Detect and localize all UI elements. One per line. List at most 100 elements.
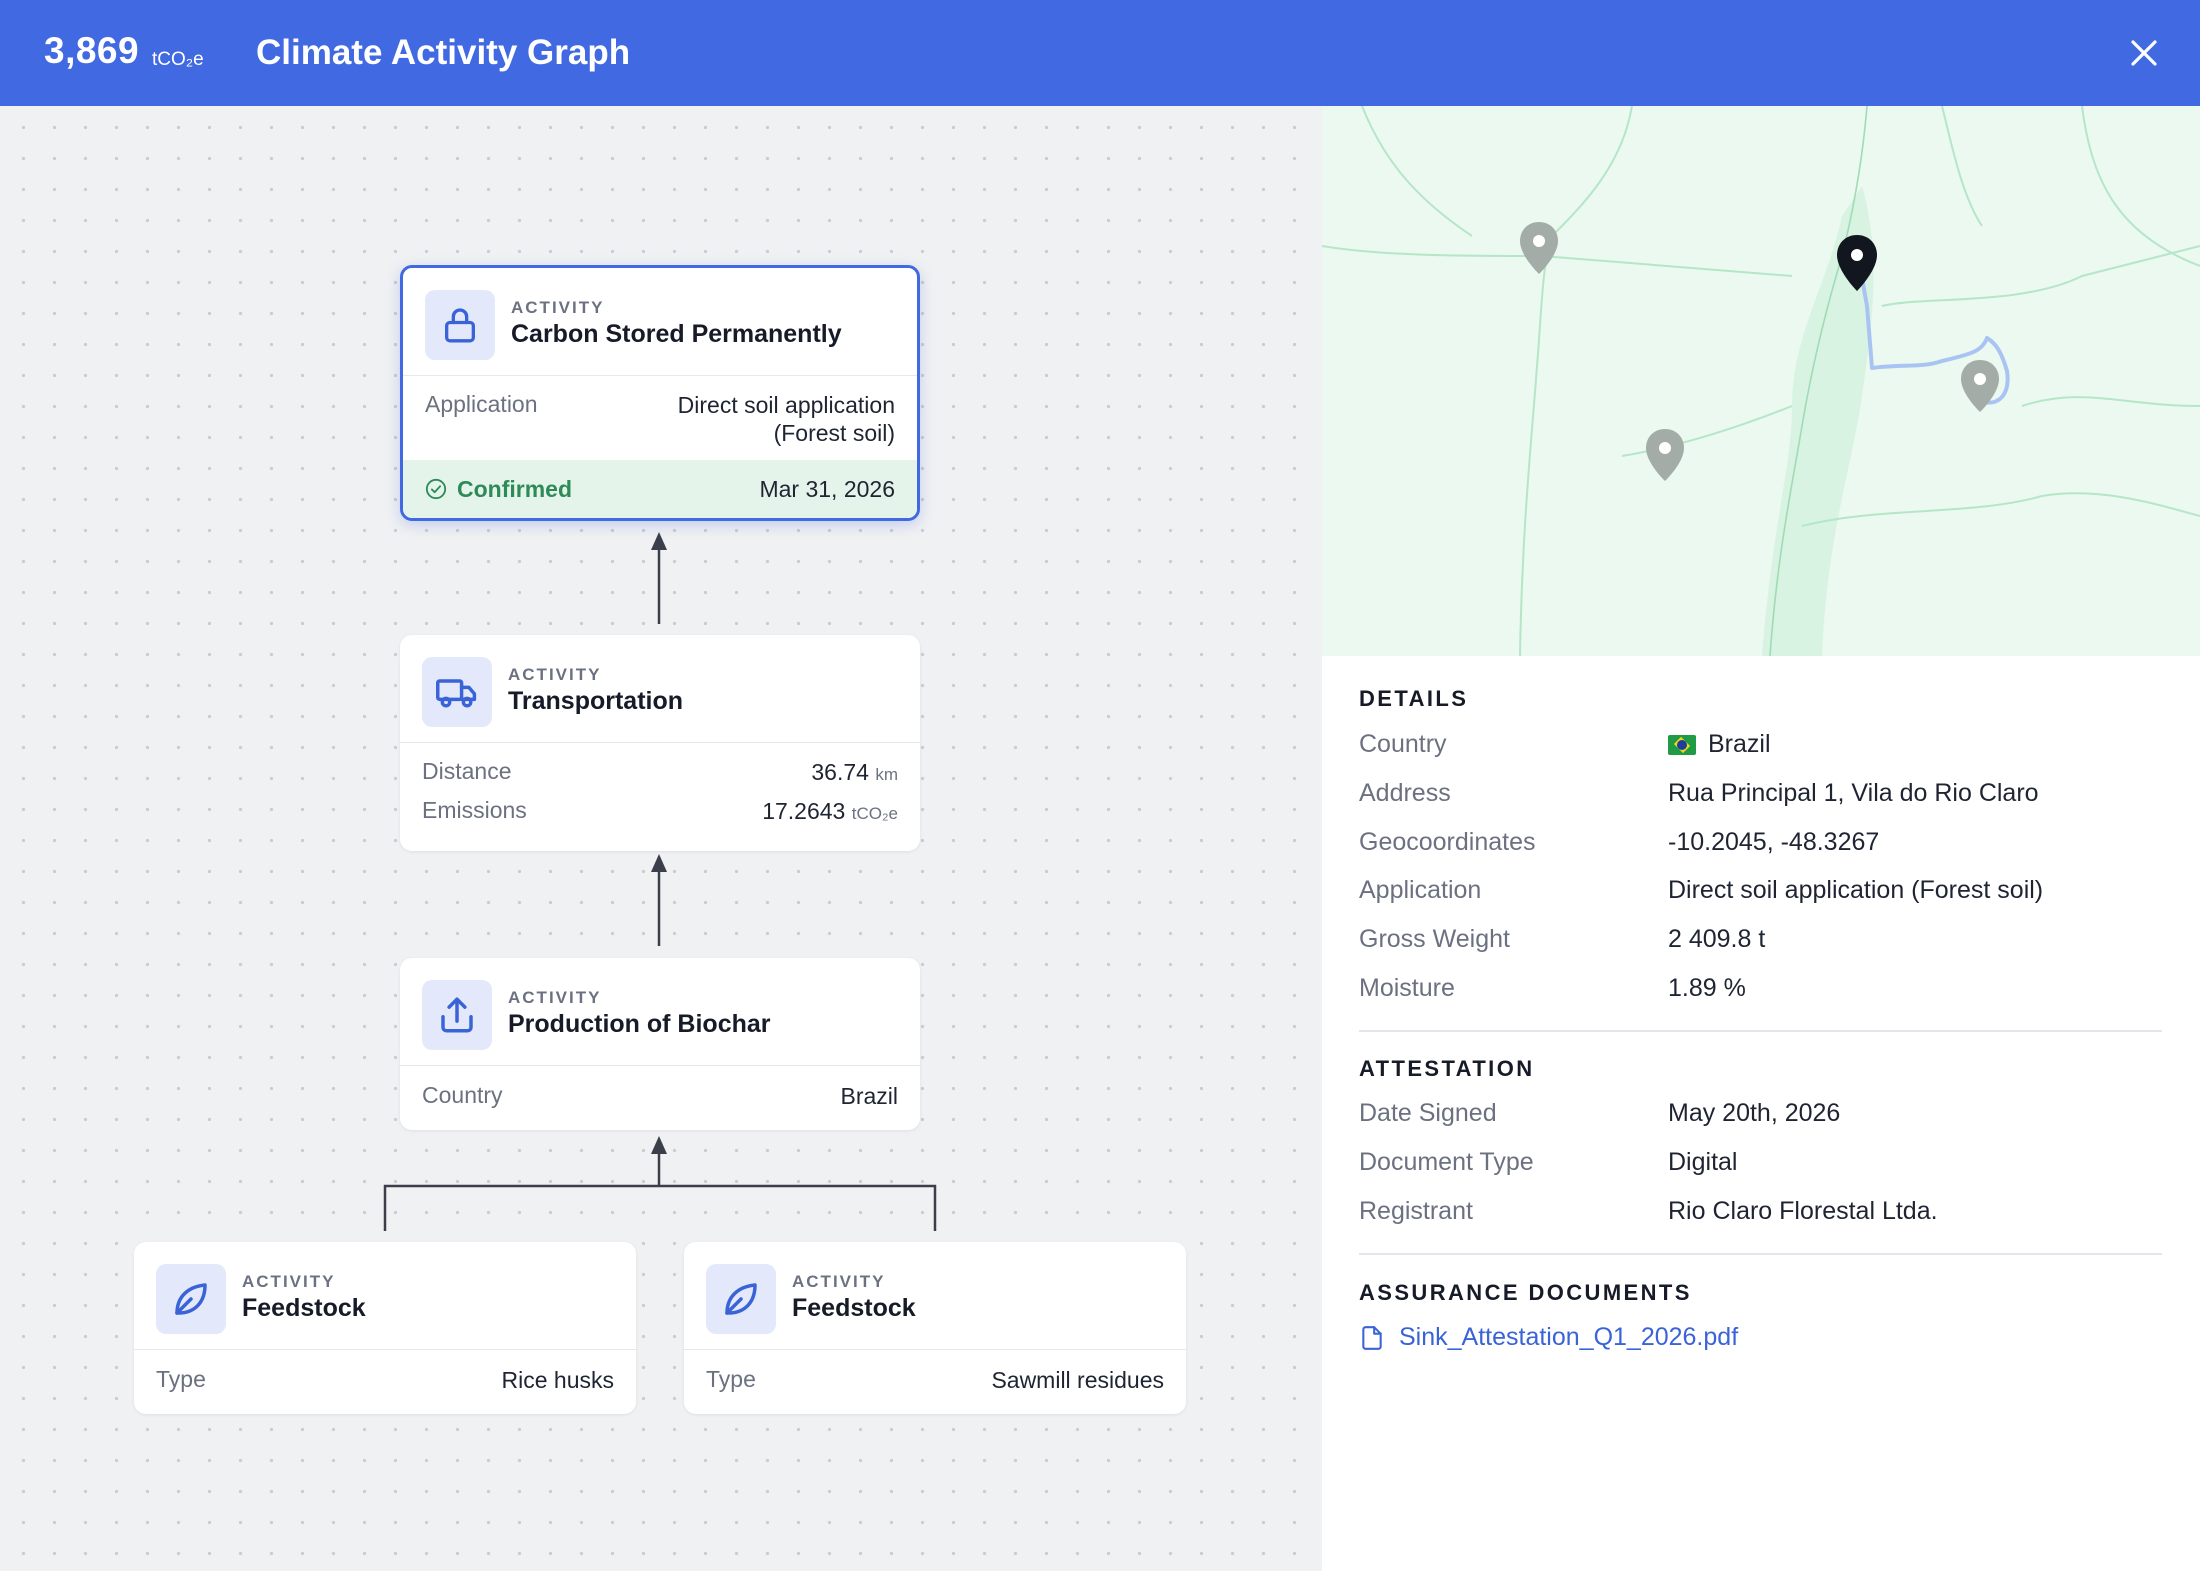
node-kicker: ACTIVITY [508, 988, 602, 1007]
leaf-icon [725, 1283, 757, 1315]
edge-feedstock-1-to-biochar [383, 1184, 659, 1231]
map-canvas [1322, 106, 2200, 656]
node-title: Feedstock [792, 1294, 916, 1322]
close-icon [2131, 40, 2157, 66]
node-row-type: Type Sawmill residues [684, 1350, 1186, 1394]
address-label: Address [1359, 779, 1451, 807]
node-header: ACTIVITY Production of Biochar [400, 958, 920, 1066]
row-label: Emissions [422, 797, 527, 823]
row-label: Distance [422, 758, 512, 784]
address-value: Rua Principal 1, Vila do Rio Claro [1668, 779, 2039, 807]
row-value: Brazil [840, 1083, 898, 1109]
row-value: 17.2643 tCO₂e [762, 797, 898, 828]
node-icon-box [425, 290, 495, 360]
node-title: Production of Biochar [508, 1010, 771, 1038]
attestation-heading: ATTESTATION [1359, 1056, 1535, 1081]
emissions-unit: tCO₂e [851, 804, 898, 823]
page-title: Climate Activity Graph [256, 33, 631, 72]
document-type-label: Document Type [1359, 1148, 1534, 1176]
node-feedstock-rice-husks[interactable]: ACTIVITY Feedstock Type Rice husks [134, 1242, 636, 1414]
node-transportation[interactable]: ACTIVITY Transportation Distance 36.74 k… [400, 635, 920, 851]
map-pin-gray [1520, 222, 1558, 274]
node-row-country: Country Brazil [400, 1066, 920, 1110]
country-label: Country [1359, 730, 1447, 758]
row-label: Type [706, 1366, 756, 1392]
node-row-distance: Distance 36.74 km [400, 743, 920, 789]
node-header: ACTIVITY Feedstock [134, 1242, 636, 1350]
close-button[interactable] [2124, 33, 2164, 73]
row-label: Application [425, 391, 538, 417]
upload-icon [441, 997, 473, 1033]
node-row-emissions: Emissions 17.2643 tCO₂e [400, 789, 920, 828]
details-heading: DETAILS [1359, 686, 1469, 711]
node-kicker: ACTIVITY [508, 665, 602, 684]
activity-graph-canvas[interactable]: ACTIVITY Carbon Stored Permanently Appli… [0, 106, 1322, 1571]
gross-weight-label: Gross Weight [1359, 925, 1510, 953]
country-text: Brazil [1708, 730, 1771, 758]
map-river [1322, 245, 1793, 277]
map-river [1881, 245, 2200, 307]
check-circle-icon [425, 478, 447, 500]
divider [1359, 1030, 2162, 1032]
total-emissions-unit: tCO₂e [152, 49, 204, 70]
distance-unit: km [875, 765, 898, 784]
date-signed-value: May 20th, 2026 [1668, 1099, 1841, 1127]
date-signed-label: Date Signed [1359, 1099, 1497, 1127]
app-header: 3,869 tCO₂e Climate Activity Graph [0, 0, 2200, 106]
row-value: 36.74 km [811, 758, 898, 789]
status-date: Mar 31, 2026 [759, 475, 895, 502]
node-icon-box [156, 1264, 226, 1334]
row-label: Country [422, 1082, 503, 1108]
brazil-flag-icon [1668, 735, 1696, 756]
assurance-document-link[interactable]: Sink_Attestation_Q1_2026.pdf [1359, 1323, 1738, 1352]
status-label: Confirmed [457, 475, 572, 502]
node-row-application: Application Direct soil application (For… [403, 376, 917, 447]
node-icon-box [706, 1264, 776, 1334]
node-icon-box [422, 980, 492, 1050]
row-value: Direct soil application (Forest soil) [678, 391, 895, 447]
lock-icon [445, 308, 475, 343]
node-carbon-stored[interactable]: ACTIVITY Carbon Stored Permanently Appli… [400, 265, 920, 521]
node-kicker: ACTIVITY [792, 1272, 886, 1291]
registrant-label: Registrant [1359, 1197, 1473, 1225]
document-type-value: Digital [1668, 1148, 1738, 1176]
node-row-type: Type Rice husks [134, 1350, 636, 1394]
map-pin-gray [1646, 429, 1684, 481]
arrow-head-biochar [651, 1136, 667, 1154]
country-value: Brazil [1668, 730, 1771, 759]
truck-icon [436, 679, 477, 708]
node-header: ACTIVITY Transportation [400, 635, 920, 743]
node-header: ACTIVITY Feedstock [684, 1242, 1186, 1350]
map-river [1801, 492, 2200, 527]
arrow-head-transport [651, 854, 667, 872]
node-icon-box [422, 657, 492, 727]
node-production-biochar[interactable]: ACTIVITY Production of Biochar Country B… [400, 958, 920, 1130]
total-emissions-value: 3,869 [44, 30, 140, 71]
node-kicker: ACTIVITY [242, 1272, 336, 1291]
arrow-head-carbon [651, 532, 667, 550]
details-panel: DETAILS Country Brazil Address Rua Princ… [1322, 656, 2200, 1571]
row-value-line1: Direct soil application [677, 392, 895, 418]
distance-value: 36.74 [811, 759, 869, 785]
row-value-line2: (Forest soil) [773, 420, 895, 446]
application-label: Application [1359, 876, 1482, 904]
document-name: Sink_Attestation_Q1_2026.pdf [1399, 1323, 1739, 1351]
emissions-value: 17.2643 [762, 798, 846, 824]
node-title: Carbon Stored Permanently [511, 320, 842, 348]
map-river [2081, 106, 2200, 267]
file-icon [1362, 1325, 1382, 1350]
application-value: Direct soil application (Forest soil) [1668, 876, 2044, 904]
registrant-value: Rio Claro Florestal Ltda. [1668, 1197, 1938, 1225]
geocoordinates-value: -10.2045, -48.3267 [1668, 828, 1880, 856]
map-river [1519, 106, 1633, 656]
node-feedstock-sawmill-residues[interactable]: ACTIVITY Feedstock Type Sawmill residues [684, 1242, 1186, 1414]
map-river [1941, 106, 1983, 227]
moisture-value: 1.89 % [1668, 974, 1746, 1002]
row-value: Rice husks [501, 1367, 614, 1393]
node-title: Transportation [508, 687, 684, 715]
edge-feedstock-2-to-biochar [659, 1184, 937, 1231]
assurance-heading: ASSURANCE DOCUMENTS [1359, 1280, 1692, 1305]
node-title: Feedstock [242, 1294, 366, 1322]
node-status-bar: Confirmed Mar 31, 2026 [403, 460, 917, 518]
location-map[interactable] [1322, 106, 2200, 656]
